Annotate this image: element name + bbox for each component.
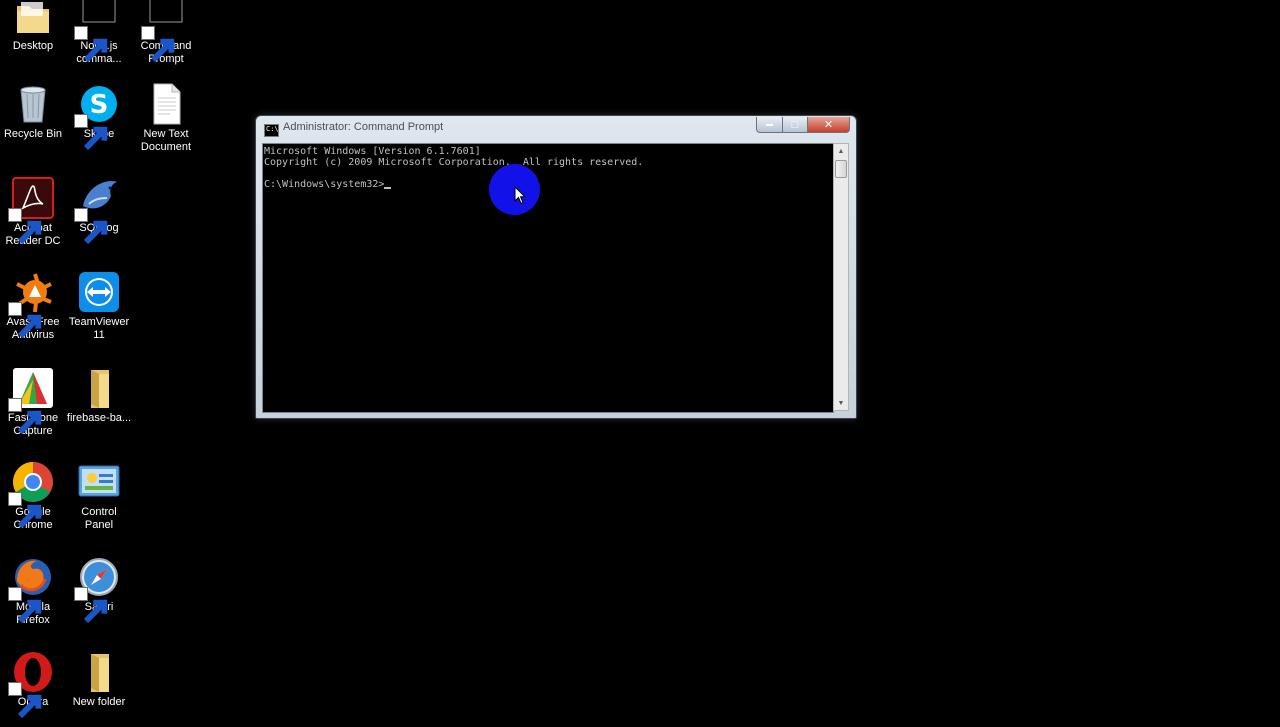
sqlyog-dolphin-icon	[74, 176, 121, 245]
minimize-icon: ▬	[766, 121, 773, 128]
desktop-icon-safari[interactable]: Safari	[66, 555, 132, 624]
text-document-icon	[144, 82, 188, 126]
desktop-icon-nodejs-command[interactable]: Node.js comma...	[66, 0, 132, 66]
text-cursor	[384, 187, 392, 189]
desktop-icon-label: firebase-ba...	[66, 412, 132, 424]
scroll-up-arrow-icon[interactable]: ▲	[834, 144, 848, 158]
opera-icon	[8, 650, 55, 719]
shortcut-arrow-icon	[74, 114, 108, 151]
recycle-bin-icon	[11, 82, 55, 126]
cmd-icon-glyph: C:\	[266, 125, 279, 133]
maximize-button[interactable]: □	[782, 117, 808, 133]
window-title: Administrator: Command Prompt	[283, 121, 444, 133]
command-prompt-line: C:\Windows\system32>	[264, 179, 385, 190]
shortcut-arrow-icon	[74, 208, 108, 245]
teamviewer-icon	[77, 270, 121, 314]
desktop-icon-avast[interactable]: Avast Free Antivirus	[0, 270, 66, 342]
desktop-icon-label: Control Panel	[81, 506, 117, 531]
command-prompt-window[interactable]: C:\ Administrator: Command Prompt ▬ □ ✕ …	[255, 115, 857, 419]
desktop-icon-acrobat-reader[interactable]: Acrobat Reader DC	[0, 176, 66, 248]
desktop: Desktop Recycle Bin Acrobat Reader DC Av…	[0, 0, 1280, 720]
faststone-icon	[8, 366, 55, 435]
minimize-button[interactable]: ▬	[756, 117, 783, 133]
shortcut-arrow-icon	[8, 398, 42, 435]
console-output[interactable]: Microsoft Windows [Version 6.1.7601] Cop…	[262, 143, 834, 413]
mouse-pointer-icon	[514, 186, 526, 205]
acrobat-icon	[8, 176, 55, 245]
shortcut-arrow-icon	[8, 587, 42, 624]
desktop-icon-new-folder[interactable]: New folder	[66, 650, 132, 709]
skype-icon: S	[74, 82, 121, 151]
desktop-icon-firebase-folder[interactable]: firebase-ba...	[66, 366, 132, 425]
shortcut-arrow-icon	[8, 208, 42, 245]
desktop-icon-label: TeamViewer 11	[68, 316, 130, 341]
command-prompt-icon	[141, 0, 188, 63]
nodejs-cmd-icon	[74, 0, 121, 63]
desktop-icon-opera[interactable]: Opera	[0, 650, 66, 719]
desktop-icon-google-chrome[interactable]: Google Chrome	[0, 460, 66, 532]
desktop-icon-new-text-document[interactable]: New Text Document	[133, 82, 199, 154]
avast-icon	[8, 270, 55, 339]
chrome-icon	[8, 460, 55, 529]
shortcut-arrow-icon	[8, 682, 42, 719]
safari-icon	[74, 555, 121, 624]
shortcut-arrow-icon	[74, 587, 108, 624]
vertical-scrollbar[interactable]: ▲ ▼	[833, 143, 849, 411]
desktop-icon-label: Recycle Bin	[3, 128, 63, 140]
desktop-icon-label: New folder	[72, 696, 126, 708]
console-text: Microsoft Windows [Version 6.1.7601] Cop…	[264, 146, 643, 190]
console-line: Copyright (c) 2009 Microsoft Corporation…	[264, 157, 644, 168]
scrollbar-thumb[interactable]	[835, 160, 847, 178]
shortcut-arrow-icon	[8, 492, 42, 529]
console-line: Microsoft Windows [Version 6.1.7601]	[264, 146, 481, 157]
desktop-icon-skype[interactable]: S Skype	[66, 82, 132, 151]
close-button[interactable]: ✕	[807, 117, 850, 133]
folder-icon	[11, 0, 55, 38]
folder-icon	[77, 366, 121, 410]
maximize-icon: □	[791, 118, 799, 131]
desktop-icon-teamviewer[interactable]: TeamViewer 11	[66, 270, 132, 342]
desktop-icon-sqlyog[interactable]: SQLyog	[66, 176, 132, 245]
desktop-icon-command-prompt[interactable]: Command Prompt	[133, 0, 199, 66]
folder-icon	[77, 650, 121, 694]
window-titlebar[interactable]: C:\ Administrator: Command Prompt ▬ □ ✕	[256, 116, 856, 142]
close-icon: ✕	[823, 119, 834, 131]
shortcut-arrow-icon	[8, 302, 42, 339]
control-panel-icon	[77, 460, 121, 504]
desktop-icon-label: New Text Document	[140, 128, 192, 153]
desktop-icon-faststone[interactable]: FastStone Capture	[0, 366, 66, 438]
firefox-icon	[8, 555, 55, 624]
cmd-window-icon[interactable]: C:\	[264, 124, 279, 137]
desktop-icon-control-panel[interactable]: Control Panel	[66, 460, 132, 532]
desktop-icon-recycle-bin[interactable]: Recycle Bin	[0, 82, 66, 141]
desktop-icon-desktop[interactable]: Desktop	[0, 0, 66, 53]
shortcut-arrow-icon	[74, 26, 108, 63]
shortcut-arrow-icon	[141, 26, 175, 63]
desktop-icon-label: Desktop	[12, 40, 54, 52]
desktop-icon-mozilla-firefox[interactable]: Mozilla Firefox	[0, 555, 66, 627]
scroll-down-arrow-icon[interactable]: ▼	[834, 396, 848, 410]
